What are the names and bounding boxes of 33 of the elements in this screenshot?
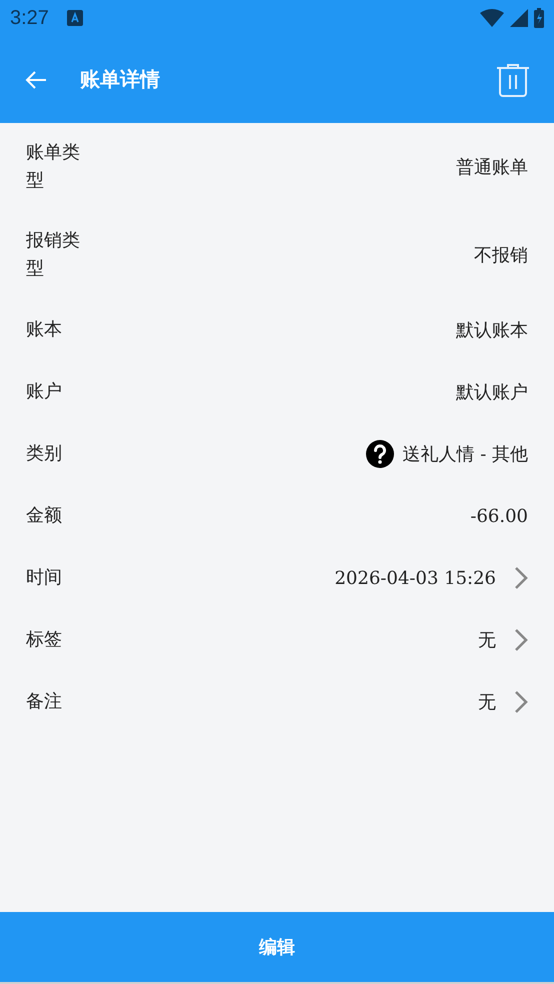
row-value: 无: [478, 629, 496, 652]
wifi-icon: [480, 9, 504, 27]
delete-button[interactable]: [496, 62, 530, 96]
question-icon: [366, 440, 394, 468]
row-value: 不报销: [474, 244, 528, 267]
edit-button[interactable]: 编辑: [0, 912, 554, 984]
battery-icon: [534, 8, 544, 28]
chevron-right-icon[interactable]: [514, 628, 528, 652]
row-value: 无: [478, 691, 496, 714]
row-label: 报销类型: [26, 229, 81, 281]
back-button[interactable]: [24, 70, 48, 90]
row-label: 账户: [26, 380, 63, 404]
chevron-right-icon[interactable]: [514, 566, 528, 590]
trash-icon: [496, 62, 530, 96]
row-value: 默认账本: [456, 319, 528, 342]
row-value: 普通账单: [456, 156, 528, 179]
row-label: 账本: [26, 318, 63, 342]
signal-icon: [510, 9, 528, 27]
row-label: 账单类型: [26, 141, 81, 193]
row-value: 2026-04-03 15:26: [334, 568, 496, 588]
row-value: -66.00: [470, 506, 528, 526]
row-value: 送礼人情 - 其他: [402, 443, 528, 466]
row-label: 备注: [26, 690, 63, 714]
back-arrow-icon: [24, 70, 48, 90]
row-label: 标签: [26, 628, 63, 652]
row-label: 类别: [26, 442, 63, 466]
notification-icon: [66, 10, 83, 26]
row-label: 金额: [26, 504, 63, 528]
page-title: 账单详情: [80, 66, 161, 93]
row-value: 默认账户: [456, 381, 528, 404]
row-label: 时间: [26, 566, 63, 590]
status-time: 3:27: [10, 6, 49, 30]
chevron-right-icon[interactable]: [514, 690, 528, 714]
